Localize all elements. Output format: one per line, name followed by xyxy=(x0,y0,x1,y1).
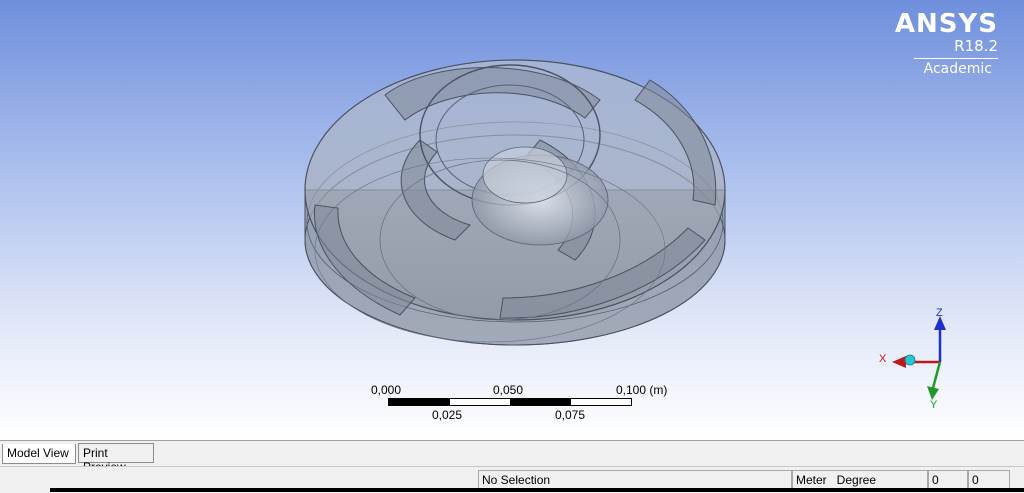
y-label: Y xyxy=(930,399,938,410)
scale-label-025: 0,025 xyxy=(432,408,463,422)
scale-segment-3 xyxy=(510,399,571,405)
y-arrow-icon xyxy=(927,386,939,400)
axis-triad[interactable]: Z X Y xyxy=(870,300,960,410)
scale-segment-1 xyxy=(389,399,450,405)
selection-status: No Selection xyxy=(478,470,792,490)
origin-marker xyxy=(904,354,916,366)
x-label: X xyxy=(879,353,887,365)
tab-print-preview[interactable]: Print Preview xyxy=(78,443,154,474)
logo-edition: Academic xyxy=(923,61,992,77)
scale-label-0: 0,000 xyxy=(371,383,402,397)
scale-bar xyxy=(388,398,632,406)
units-status[interactable]: Meter Degree xyxy=(792,470,928,490)
scale-segment-2 xyxy=(450,399,511,405)
status-value-2: 0 xyxy=(968,470,1010,490)
ansys-logo: ANSYS R18.2 Academic xyxy=(895,10,998,77)
view-tabs: Model View Print Preview xyxy=(0,440,1024,474)
tab-model-view[interactable]: Model View xyxy=(2,444,76,464)
z-label: Z xyxy=(936,307,943,319)
scale-label-050: 0,050 xyxy=(493,383,524,397)
logo-version: R18.2 xyxy=(954,37,998,55)
status-value-1: 0 xyxy=(928,470,968,490)
y-axis xyxy=(931,361,942,389)
scale-label-075: 0,075 xyxy=(555,408,586,422)
logo-name: ANSYS xyxy=(894,9,998,39)
bottom-edge xyxy=(50,488,1024,492)
x-arrow-icon xyxy=(892,356,906,368)
scale-segment-4 xyxy=(571,399,632,405)
model-viewport[interactable]: ANSYS R18.2 Academic 0,000 0,050 0,100 (… xyxy=(0,0,1024,440)
scale-label-100: 0,100 (m) xyxy=(616,383,668,397)
logo-divider xyxy=(914,58,998,59)
